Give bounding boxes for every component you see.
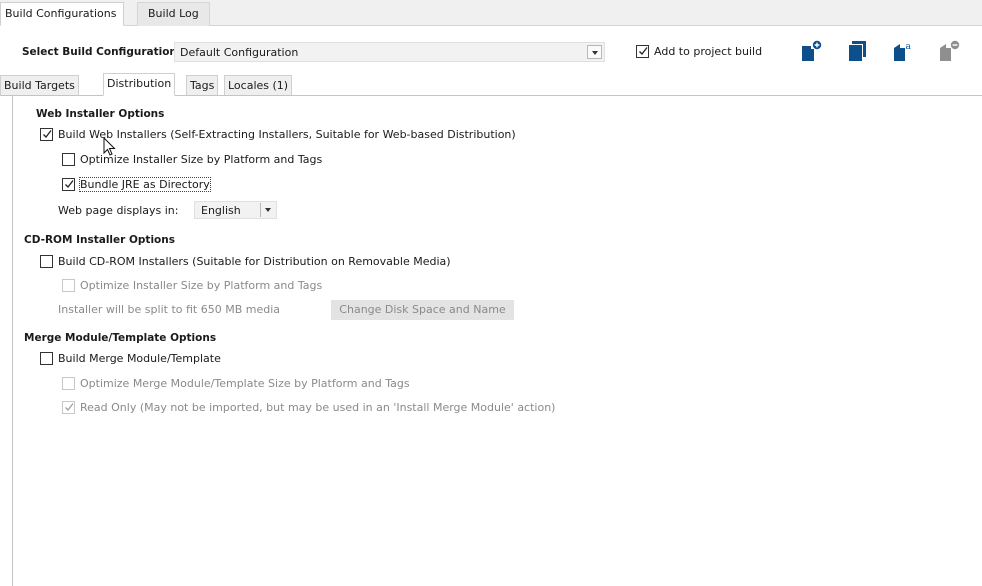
- configuration-dropdown-value: Default Configuration: [180, 46, 299, 59]
- checkbox-box[interactable]: [62, 177, 75, 191]
- bundle-jre-label: Bundle JRE as Directory: [79, 176, 211, 192]
- installer-split-text: Installer will be split to fit 650 MB me…: [58, 303, 281, 316]
- checkbox-box[interactable]: [62, 400, 75, 414]
- merge-optimize-size-checkbox[interactable]: Optimize Merge Module/Template Size by P…: [62, 375, 410, 391]
- rename-configuration-icon[interactable]: a: [892, 40, 914, 62]
- top-tab-bar: Build Configurations Build Log: [0, 0, 982, 26]
- tab-tags[interactable]: Tags: [186, 75, 219, 96]
- copy-configuration-icon[interactable]: [846, 40, 868, 62]
- tab-build-configurations[interactable]: Build Configurations: [0, 2, 125, 26]
- tab-build-targets[interactable]: Build Targets: [0, 75, 79, 96]
- select-configuration-label: Select Build Configuration: [22, 46, 177, 58]
- remove-configuration-icon[interactable]: [938, 40, 960, 62]
- checkbox-box[interactable]: [636, 44, 649, 58]
- change-disk-space-button[interactable]: Change Disk Space and Name: [331, 300, 514, 320]
- build-web-installers-label: Build Web Installers (Self-Extracting In…: [58, 127, 516, 141]
- checkbox-box[interactable]: [40, 254, 53, 268]
- web-installer-options-heading: Web Installer Options: [36, 108, 165, 120]
- chevron-down-icon[interactable]: [587, 45, 602, 59]
- svg-text:a: a: [906, 42, 912, 52]
- checkmark-icon: [65, 402, 74, 411]
- checkbox-box[interactable]: [40, 127, 53, 141]
- web-page-displays-label: Web page displays in:: [58, 204, 179, 217]
- checkbox-box[interactable]: [62, 152, 75, 166]
- checkmark-icon: [65, 179, 74, 188]
- build-cdrom-installers-label: Build CD-ROM Installers (Suitable for Di…: [58, 254, 451, 268]
- configuration-dropdown[interactable]: Default Configuration: [174, 42, 605, 62]
- web-language-value: English: [201, 204, 241, 217]
- merge-optimize-size-label: Optimize Merge Module/Template Size by P…: [80, 376, 410, 390]
- new-configuration-icon[interactable]: [800, 40, 822, 62]
- cdrom-optimize-size-label: Optimize Installer Size by Platform and …: [80, 278, 323, 292]
- merge-module-options-heading: Merge Module/Template Options: [24, 332, 217, 344]
- merge-read-only-checkbox[interactable]: Read Only (May not be imported, but may …: [62, 399, 555, 415]
- tab-distribution[interactable]: Distribution: [103, 73, 176, 96]
- chevron-down-icon[interactable]: [260, 203, 275, 217]
- checkbox-box[interactable]: [62, 376, 75, 390]
- web-optimize-size-checkbox[interactable]: Optimize Installer Size by Platform and …: [62, 151, 322, 167]
- build-merge-module-label: Build Merge Module/Template: [58, 351, 221, 365]
- configuration-toolbar: Select Build Configuration Default Confi…: [0, 38, 982, 68]
- checkmark-icon: [639, 46, 648, 55]
- checkbox-box[interactable]: [40, 351, 53, 365]
- cdrom-installer-options-heading: CD-ROM Installer Options: [24, 234, 175, 246]
- checkbox-box[interactable]: [62, 278, 75, 292]
- configuration-sub-tabs: Build Targets Distribution Tags Locales …: [0, 73, 982, 96]
- checkmark-icon: [43, 129, 52, 138]
- merge-read-only-label: Read Only (May not be imported, but may …: [80, 400, 556, 414]
- build-cdrom-installers-checkbox[interactable]: Build CD-ROM Installers (Suitable for Di…: [40, 253, 451, 269]
- tab-build-log[interactable]: Build Log: [137, 2, 210, 26]
- cdrom-optimize-size-checkbox[interactable]: Optimize Installer Size by Platform and …: [62, 277, 322, 293]
- mouse-cursor-icon: [103, 137, 116, 156]
- add-to-project-build-checkbox[interactable]: Add to project build: [636, 43, 762, 59]
- tab-locales[interactable]: Locales (1): [224, 75, 293, 96]
- bundle-jre-checkbox[interactable]: Bundle JRE as Directory: [62, 176, 211, 192]
- build-merge-module-checkbox[interactable]: Build Merge Module/Template: [40, 350, 221, 366]
- add-to-project-build-label: Add to project build: [654, 44, 763, 58]
- web-language-dropdown[interactable]: English: [194, 201, 277, 219]
